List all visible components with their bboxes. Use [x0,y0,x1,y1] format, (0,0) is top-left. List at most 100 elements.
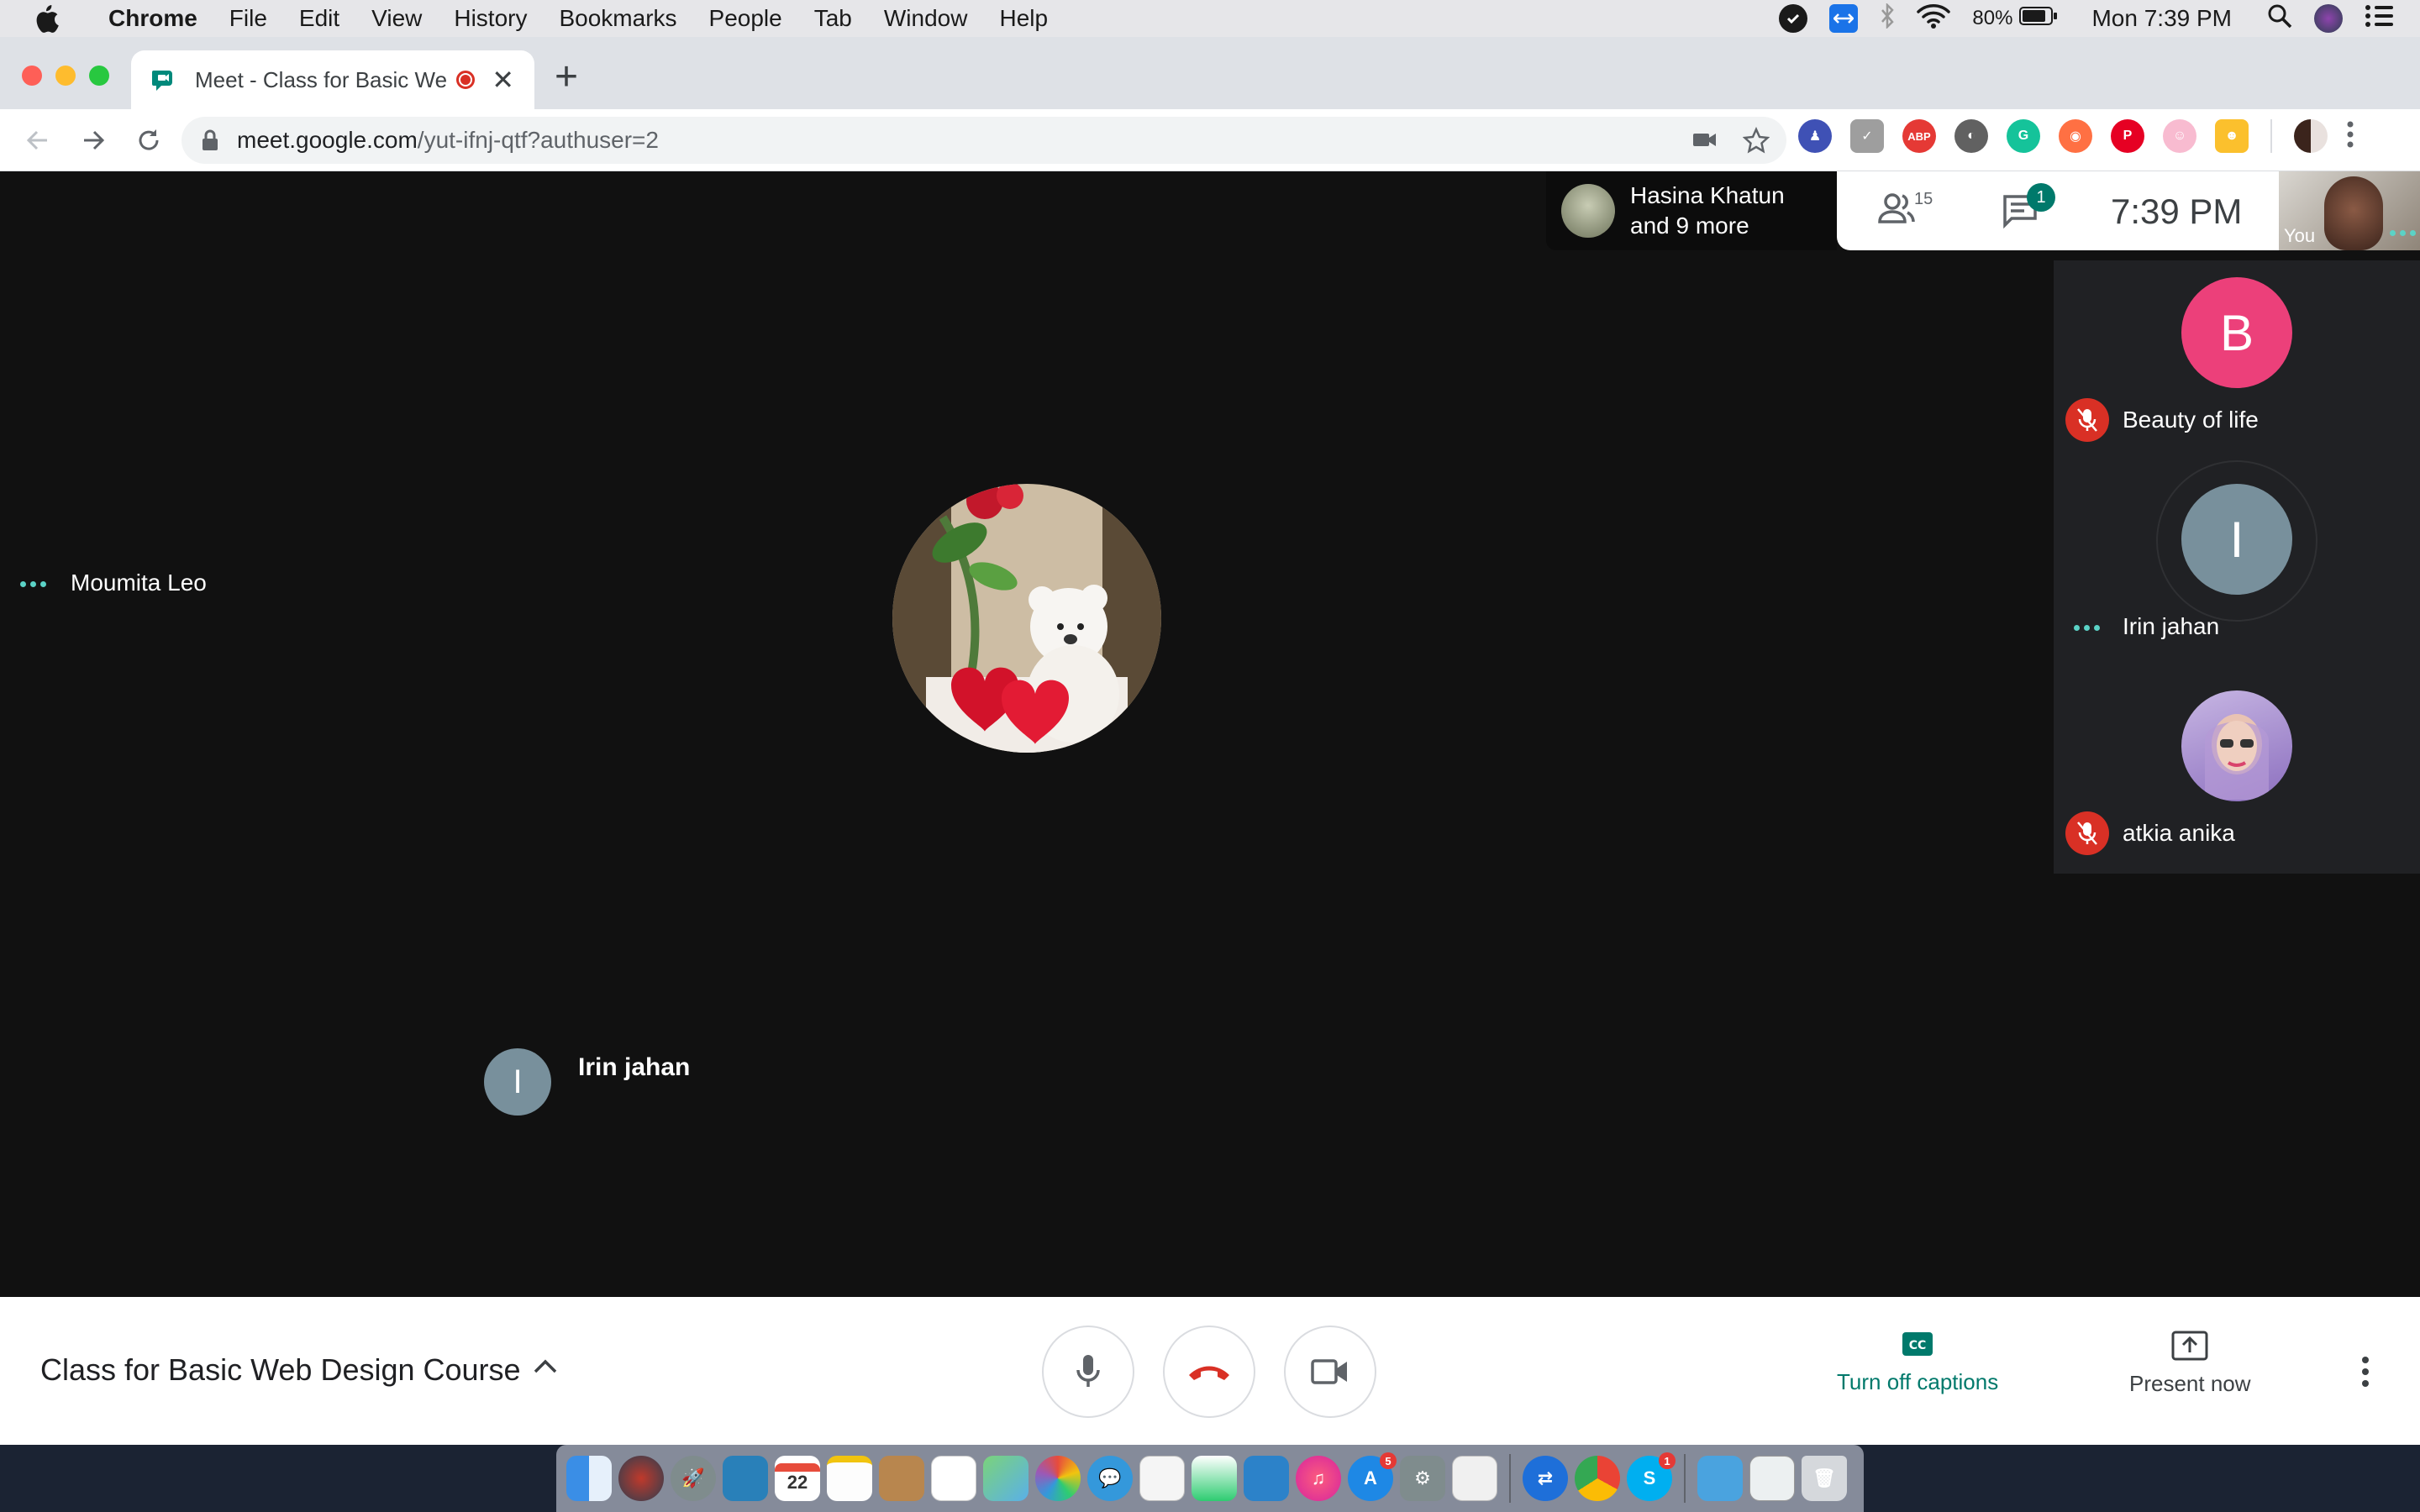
siri-dock-icon[interactable] [618,1456,664,1501]
menu-help[interactable]: Help [983,5,1064,32]
menu-tab[interactable]: Tab [798,5,868,32]
menu-file[interactable]: File [213,5,283,32]
system-preferences-icon[interactable]: ⚙ [1400,1456,1445,1501]
spotlight-search-icon[interactable] [2267,3,2292,34]
recording-indicator-icon [456,71,476,89]
macos-dock: 🚀 22 💬 ♫ A5 ⚙ ⇄ S1 🗑 [556,1445,1864,1512]
speaking-indicator-icon [2074,625,2100,631]
numbers-icon[interactable] [1192,1456,1237,1501]
address-bar[interactable]: meet.google.com/yut-ifnj-qtf?authuser=2 [182,117,1786,164]
menu-app-name[interactable]: Chrome [92,5,213,32]
finder-icon[interactable] [566,1456,612,1501]
meet-stage: Moumita Leo Hasina Khatun and 9 more 15 … [0,171,2420,1297]
bookmark-star-icon[interactable] [1742,126,1770,160]
tab-title: Meet - Class for Basic Web Design Course [195,66,447,92]
present-now-button[interactable]: Present now [2129,1331,2251,1397]
menu-view[interactable]: View [355,5,438,32]
captions-label: Turn off captions [1837,1369,1999,1394]
screenshot-icon[interactable] [1749,1456,1795,1501]
wifi-icon[interactable] [1917,3,1951,34]
reload-icon[interactable] [121,109,176,171]
chrome-toolbar: meet.google.com/yut-ifnj-qtf?authuser=2 … [0,109,2420,171]
svg-text:CC: CC [1909,1339,1927,1352]
self-view-tile[interactable]: You [2279,171,2420,250]
pinterest-icon[interactable]: P [2111,119,2144,153]
camera-button[interactable] [1284,1326,1376,1418]
folder-icon[interactable] [1697,1456,1743,1501]
maps-icon[interactable] [983,1456,1028,1501]
trash-icon[interactable]: 🗑 [1802,1456,1847,1501]
extension-avatar-icon[interactable]: ☺ [2163,119,2196,153]
app-store-icon[interactable]: A5 [1348,1452,1397,1501]
captions-button[interactable]: CC Turn off captions [1837,1331,1998,1395]
people-button[interactable] [1877,192,1916,229]
browser-tab-meet[interactable]: Meet - Class for Basic Web Design Course… [131,50,534,109]
menu-bar: Chrome File Edit View History Bookmarks … [0,0,2420,37]
teamviewer-tray-icon[interactable] [1829,4,1859,33]
skype-icon[interactable]: S1 [1627,1452,1676,1501]
window-zoom-button[interactable] [89,66,109,86]
grammarly-icon[interactable]: G [2007,119,2040,153]
launchpad-icon[interactable]: 🚀 [671,1456,716,1501]
forward-arrow-icon[interactable] [66,109,121,171]
google-meet-favicon-icon [151,67,176,92]
profile-avatar[interactable] [2294,119,2328,153]
mic-off-icon [2065,811,2109,855]
meet-top-bar: 15 1 7:39 PM [1837,171,2279,250]
microphone-button[interactable] [1042,1326,1134,1418]
self-view-video [2324,176,2383,250]
messages-icon[interactable]: 💬 [1087,1456,1133,1501]
extension-blue-icon[interactable]: ♟ [1798,119,1832,153]
meeting-title[interactable]: Class for Basic Web Design Course [40,1352,521,1388]
window-minimize-button[interactable] [55,66,76,86]
apple-menu-icon[interactable] [0,4,92,33]
new-tab-button[interactable]: + [555,54,578,100]
battery-icon[interactable] [2019,5,2058,32]
chevron-up-icon[interactable] [533,1357,558,1378]
extension-checklist-icon[interactable]: ✓ [1850,119,1884,153]
participant-avatar-atkia [2181,690,2292,801]
meet-clock: 7:39 PM [2111,192,2243,231]
more-options-icon[interactable] [2361,1356,2370,1392]
present-label: Present now [2129,1371,2251,1396]
contacts-icon[interactable] [879,1456,924,1501]
adblock-plus-icon[interactable]: ABP [1902,119,1936,153]
menu-edit[interactable]: Edit [283,5,355,32]
self-speaking-indicator-icon [2390,230,2416,236]
textedit-icon[interactable] [1139,1456,1185,1501]
extension-eye-icon[interactable]: ◉ [2059,119,2092,153]
notification-center-icon[interactable] [2365,4,2395,34]
reminders-icon[interactable] [931,1456,976,1501]
teamviewer-dock-icon[interactable]: ⇄ [1523,1456,1568,1501]
menu-history[interactable]: History [438,5,543,32]
leave-call-button[interactable] [1163,1326,1255,1418]
participants-preview[interactable]: Hasina Khatun and 9 more [1546,171,1837,250]
chrome-dock-icon[interactable] [1575,1456,1620,1501]
participant-side-panel: B Beauty of life I Irin jahan atkia anik… [2054,260,2420,874]
keynote-icon[interactable] [1244,1456,1289,1501]
camera-permission-icon[interactable] [1692,129,1718,156]
itunes-icon[interactable]: ♫ [1296,1456,1341,1501]
extension-person-icon[interactable]: ☻ [2215,119,2249,153]
menu-people[interactable]: People [693,5,798,32]
preview-icon[interactable] [723,1456,768,1501]
tab-close-icon[interactable]: ✕ [492,64,514,96]
notes-icon[interactable] [827,1456,872,1501]
photos-icon[interactable] [1035,1456,1081,1501]
extension-circle-icon[interactable]: ◐ [1954,119,1988,153]
bluetooth-icon[interactable] [1880,2,1895,34]
lock-icon[interactable] [202,129,218,151]
calendar-icon[interactable]: 22 [775,1456,820,1501]
checkmark-tray-icon[interactable] [1779,4,1808,33]
chrome-menu-icon[interactable] [2346,120,2354,153]
window-close-button[interactable] [22,66,42,86]
back-arrow-icon[interactable] [10,109,66,171]
microphone-icon [1076,1355,1100,1387]
menu-clock[interactable]: Mon 7:39 PM [2091,5,2232,32]
document-icon[interactable] [1452,1456,1497,1501]
menu-window[interactable]: Window [868,5,984,32]
caption-speaker-avatar: I [484,1048,551,1116]
siri-icon[interactable] [2314,4,2343,33]
menu-bookmarks[interactable]: Bookmarks [543,5,692,32]
participant-count: 15 [1914,190,1933,208]
